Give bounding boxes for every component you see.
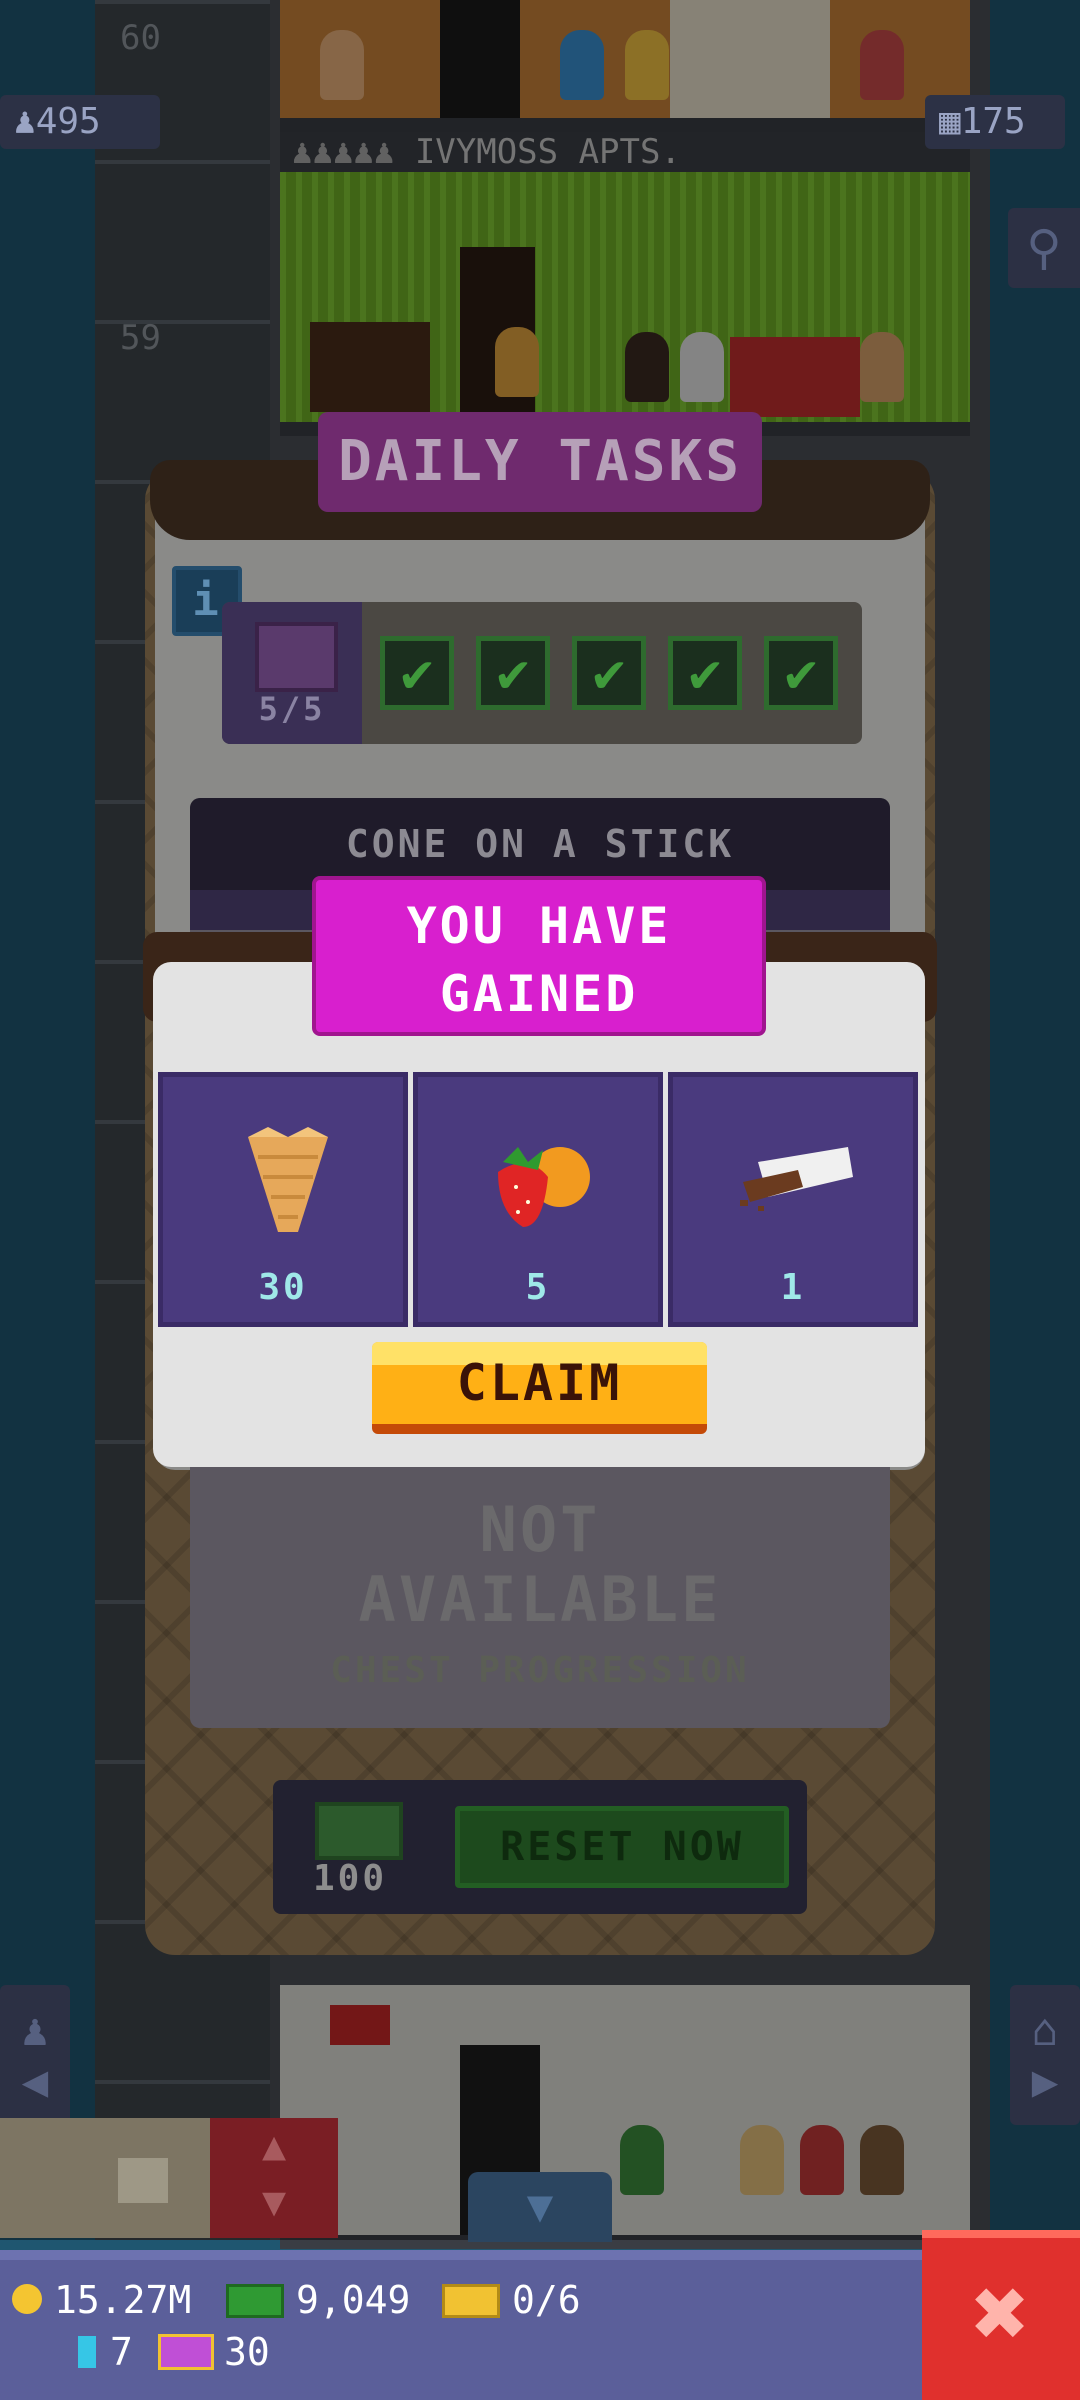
checkmark-icon: ✔ bbox=[380, 636, 454, 710]
build-floor-button[interactable] bbox=[0, 2118, 210, 2238]
elevator-icon: ♟ bbox=[21, 2005, 49, 2056]
floors-badge[interactable]: ▦175 bbox=[925, 95, 1065, 149]
reward-slot: 1 bbox=[668, 1072, 918, 1327]
arrow-left-icon: ◀ bbox=[21, 2056, 49, 2107]
building-icon: ▦ bbox=[939, 101, 961, 142]
book-icon bbox=[255, 622, 338, 692]
arrow-right-icon: ▶ bbox=[1031, 2056, 1059, 2107]
key-icon bbox=[78, 2336, 96, 2368]
bux-amount: 9,049 bbox=[296, 2278, 411, 2322]
cash-icon bbox=[315, 1802, 403, 1860]
waffle-cone-icon bbox=[248, 1127, 328, 1232]
population-badge[interactable]: ♟495 bbox=[0, 95, 160, 149]
tickets-amount: 0/6 bbox=[512, 2278, 581, 2322]
elevator-updown-button[interactable]: ▲ ▼ bbox=[210, 2118, 338, 2238]
bux-icon bbox=[226, 2284, 284, 2318]
home-icon: ⌂ bbox=[1031, 2005, 1059, 2056]
coins-amount: 15.27M bbox=[54, 2278, 192, 2322]
checkmark-icon: ✔ bbox=[764, 636, 838, 710]
bottom-resource-bar bbox=[0, 2250, 1080, 2400]
chevron-down-icon: ▼ bbox=[526, 2181, 554, 2232]
checkmark-icon: ✔ bbox=[476, 636, 550, 710]
vip-icon bbox=[158, 2334, 214, 2370]
task-progress-count: 5/5 bbox=[258, 690, 326, 728]
daily-tasks-title: DAILY TASKS bbox=[318, 412, 762, 512]
reward-slot: 5 bbox=[413, 1072, 663, 1327]
chest-progression-text: CHEST PROGRESSION bbox=[330, 1650, 750, 1691]
reset-now-button[interactable]: RESET NOW bbox=[455, 1806, 789, 1888]
claim-button[interactable]: CLAIM bbox=[372, 1342, 707, 1434]
checkmark-icon: ✔ bbox=[572, 636, 646, 710]
scroll-down-button[interactable]: ▼ bbox=[468, 2172, 612, 2242]
not-available-text: NOT AVAILABLE bbox=[358, 1493, 722, 1636]
down-arrow-icon: ▼ bbox=[261, 2179, 287, 2225]
coin-icon bbox=[12, 2284, 42, 2314]
strawberry-orange-fruit-icon bbox=[498, 1147, 590, 1227]
elevator-right-button[interactable]: ⌂ ▶ bbox=[1010, 1985, 1080, 2125]
reward-amount: 30 bbox=[258, 1267, 308, 1308]
checkmark-icon: ✔ bbox=[668, 636, 742, 710]
reward-slot: 30 bbox=[158, 1072, 408, 1327]
reward-amount: 1 bbox=[780, 1267, 806, 1308]
vip-amount: 30 bbox=[224, 2330, 270, 2374]
person-icon: ♟ bbox=[14, 101, 36, 142]
reset-cost: 100 bbox=[312, 1858, 388, 1899]
reward-amount: 5 bbox=[525, 1267, 551, 1308]
keys-amount: 7 bbox=[110, 2330, 133, 2374]
ticket-icon bbox=[442, 2284, 500, 2318]
reward-popup-title: YOU HAVE GAINED bbox=[312, 876, 766, 1036]
close-icon: ✖ bbox=[972, 2257, 1030, 2369]
elevator-left-button[interactable]: ♟ ◀ bbox=[0, 1985, 70, 2125]
up-arrow-icon: ▲ bbox=[261, 2123, 287, 2169]
chocolate-bar-icon bbox=[740, 1147, 853, 1211]
magnifier-icon: ⚲ bbox=[1026, 220, 1062, 276]
box-icon bbox=[118, 2158, 168, 2203]
search-floor-button[interactable]: ⚲ bbox=[1008, 208, 1080, 288]
close-button[interactable]: ✖ bbox=[922, 2230, 1080, 2400]
